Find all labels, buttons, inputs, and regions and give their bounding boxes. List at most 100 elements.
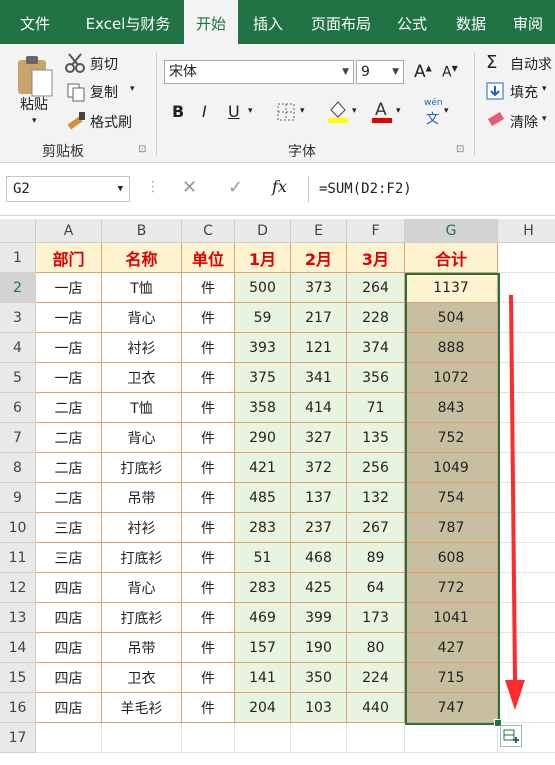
row-header[interactable]: 5 [0,363,36,393]
table-cell[interactable]: 504 [405,303,498,333]
column-header-g[interactable]: G [405,219,498,243]
table-cell[interactable]: 754 [405,483,498,513]
header-cell[interactable]: 部门 [36,243,102,273]
table-cell[interactable]: 374 [347,333,405,363]
name-box[interactable]: G2 ▼ [6,176,130,202]
header-cell[interactable]: 3月 [347,243,405,273]
table-cell[interactable]: 608 [405,543,498,573]
table-cell[interactable]: 421 [235,453,291,483]
table-cell[interactable]: 1072 [405,363,498,393]
cut-button[interactable]: 剪切 [90,54,118,74]
table-cell[interactable]: 141 [235,663,291,693]
table-cell[interactable]: 500 [235,273,291,303]
table-cell[interactable]: 469 [235,603,291,633]
table-cell[interactable]: T恤 [102,273,182,303]
column-header-e[interactable]: E [291,219,347,243]
table-cell[interactable]: 一店 [36,363,102,393]
decrease-font-icon[interactable]: A▼ [442,64,458,81]
table-cell[interactable]: 341 [291,363,347,393]
table-cell[interactable]: 80 [347,633,405,663]
tab-review[interactable]: 审阅 [506,0,550,44]
table-cell[interactable]: 843 [405,393,498,423]
table-cell[interactable]: 747 [405,693,498,723]
table-cell[interactable]: 件 [182,363,235,393]
table-cell[interactable]: 四店 [36,693,102,723]
table-cell[interactable]: T恤 [102,393,182,423]
table-cell[interactable]: 四店 [36,603,102,633]
table-cell[interactable]: 四店 [36,663,102,693]
table-cell[interactable]: 三店 [36,513,102,543]
row-header[interactable]: 1 [0,243,36,273]
empty-cell[interactable] [347,723,405,753]
column-header-f[interactable]: F [347,219,405,243]
header-cell[interactable]: 2月 [291,243,347,273]
tab-excel-finance[interactable]: Excel与财务 [78,0,178,44]
header-cell[interactable]: 名称 [102,243,182,273]
empty-cell[interactable] [291,723,347,753]
table-cell[interactable]: 四店 [36,633,102,663]
table-cell[interactable]: 440 [347,693,405,723]
table-cell[interactable]: 件 [182,423,235,453]
table-cell[interactable]: 132 [347,483,405,513]
table-cell[interactable]: 1041 [405,603,498,633]
increase-font-icon[interactable]: A▲ [414,62,432,82]
table-cell[interactable]: 224 [347,663,405,693]
table-cell[interactable]: 件 [182,573,235,603]
tab-file[interactable]: 文件 [10,0,60,44]
table-cell[interactable]: 一店 [36,333,102,363]
italic-button[interactable]: I [202,102,207,121]
table-cell[interactable]: 228 [347,303,405,333]
row-header[interactable]: 3 [0,303,36,333]
table-cell[interactable]: 四店 [36,573,102,603]
table-cell[interactable]: 425 [291,573,347,603]
empty-cell[interactable] [405,723,498,753]
table-cell[interactable]: 件 [182,303,235,333]
table-cell[interactable]: 1049 [405,453,498,483]
table-cell[interactable]: 256 [347,453,405,483]
table-cell[interactable]: 二店 [36,453,102,483]
bold-button[interactable]: B [172,102,184,121]
tab-home[interactable]: 开始 [184,0,238,46]
empty-cell[interactable] [182,723,235,753]
table-cell[interactable]: 772 [405,573,498,603]
table-cell[interactable]: 157 [235,633,291,663]
table-cell[interactable]: 787 [405,513,498,543]
paste-button[interactable]: 粘贴 [20,94,48,114]
table-cell[interactable]: 打底衫 [102,453,182,483]
formula-input[interactable]: =SUM(D2:F2) [308,176,555,202]
fill-button[interactable]: 填充 [510,82,538,102]
empty-cell[interactable] [235,723,291,753]
chevron-down-icon[interactable]: ▾ [542,114,547,124]
tab-formulas[interactable]: 公式 [388,0,436,44]
chevron-down-icon[interactable]: ▾ [352,106,357,116]
column-header-h[interactable]: H [498,219,555,243]
row-header[interactable]: 7 [0,423,36,453]
table-cell[interactable]: 267 [347,513,405,543]
chevron-down-icon[interactable]: ▾ [444,106,449,116]
table-cell[interactable]: 件 [182,693,235,723]
tab-data[interactable]: 数据 [446,0,496,44]
row-header[interactable]: 6 [0,393,36,423]
table-cell[interactable]: 290 [235,423,291,453]
table-cell[interactable]: 264 [347,273,405,303]
table-cell[interactable]: 件 [182,633,235,663]
table-cell[interactable]: 51 [235,543,291,573]
table-cell[interactable]: 121 [291,333,347,363]
font-name-select[interactable]: 宋体 ▼ [164,60,354,84]
empty-cell[interactable] [102,723,182,753]
table-cell[interactable]: 375 [235,363,291,393]
autofill-options-icon[interactable] [500,725,522,747]
table-cell[interactable]: 件 [182,393,235,423]
format-painter-button[interactable]: 格式刷 [90,112,132,132]
table-cell[interactable]: 356 [347,363,405,393]
row-header[interactable]: 15 [0,663,36,693]
table-cell[interactable]: 二店 [36,393,102,423]
table-cell[interactable]: 71 [347,393,405,423]
table-cell[interactable]: 350 [291,663,347,693]
table-cell[interactable]: 427 [405,633,498,663]
select-all-corner[interactable] [0,219,36,243]
row-header[interactable]: 14 [0,633,36,663]
table-cell[interactable]: 358 [235,393,291,423]
table-cell[interactable]: 283 [235,573,291,603]
table-cell[interactable]: 327 [291,423,347,453]
